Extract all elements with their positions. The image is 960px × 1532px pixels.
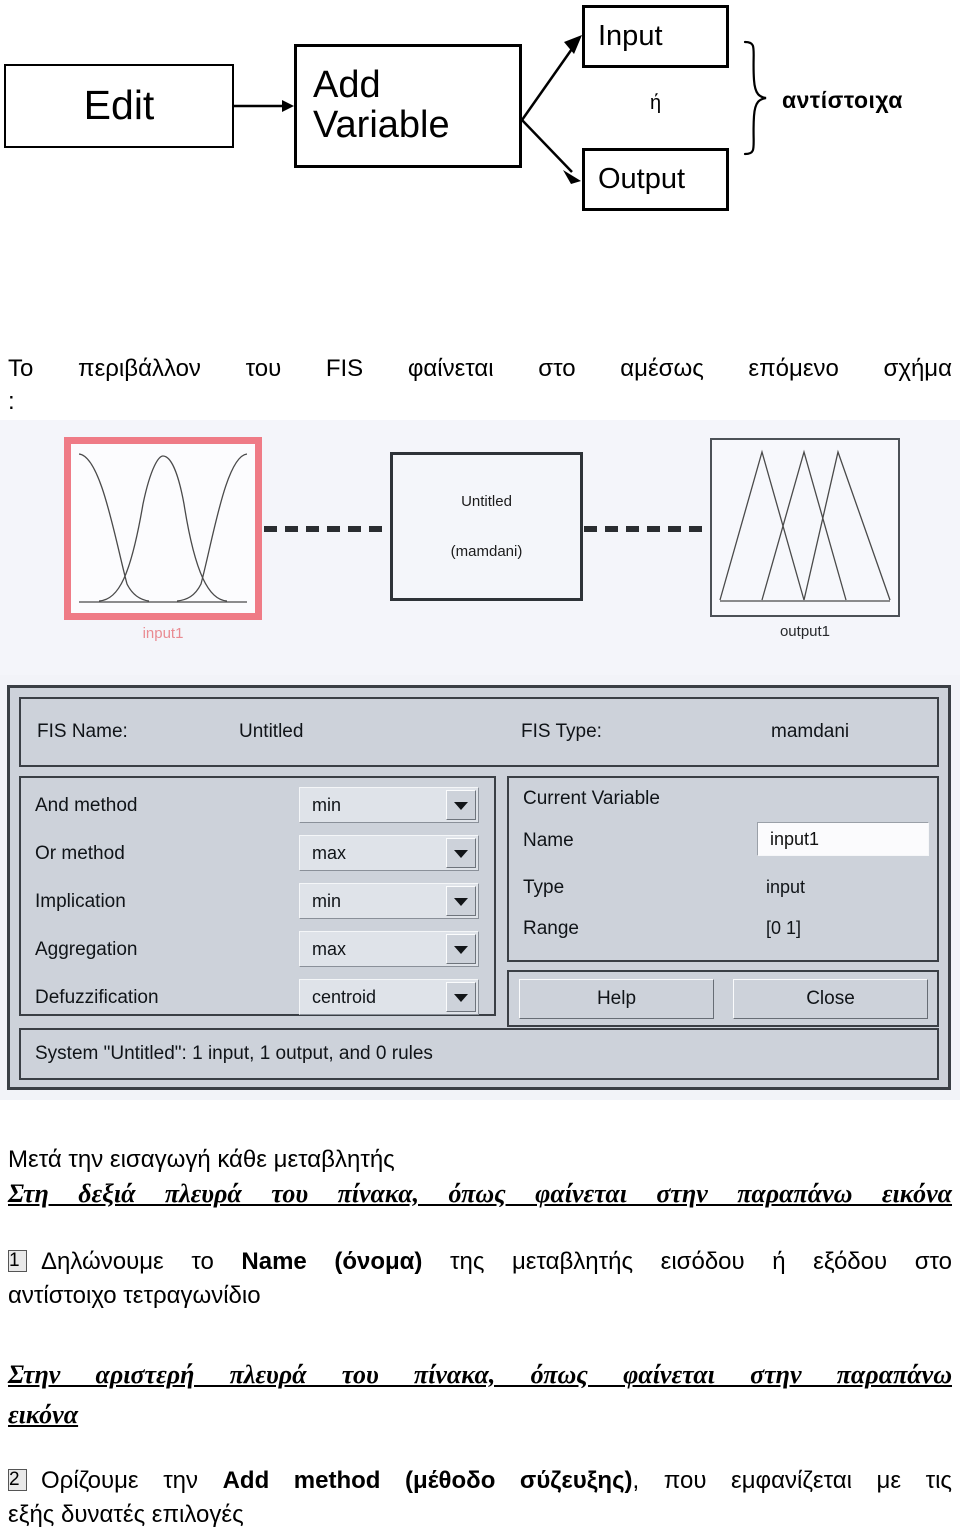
variable-range-value: [0 1]	[766, 918, 802, 938]
chevron-down-icon[interactable]	[446, 838, 476, 868]
and-method-value: min	[312, 795, 342, 815]
link-system-to-output	[584, 526, 710, 532]
or-method-dropdown[interactable]: max	[299, 835, 479, 871]
implication-row: Implication min	[21, 881, 494, 927]
fis-name-type-group: FIS Name: Untitled FIS Type: mamdani	[19, 697, 939, 767]
output-variable-caption: output1	[779, 623, 831, 640]
defuzzification-row: Defuzzification centroid	[21, 977, 494, 1023]
item-2-number: 2	[8, 1469, 27, 1491]
input-variable-caption: input1	[142, 625, 184, 642]
current-variable-group: Current Variable Name input1 Type input …	[507, 776, 939, 962]
meta-paragraph: Μετά την εισαγωγή κάθε μεταβλητής	[8, 1146, 395, 1173]
fis-system-block[interactable]: Untitled (mamdani)	[390, 452, 583, 601]
flow-box-output: Output	[582, 148, 729, 211]
chevron-down-icon[interactable]	[446, 982, 476, 1012]
fis-type-value: mamdani	[771, 721, 850, 742]
and-method-dropdown[interactable]: min	[299, 787, 479, 823]
implication-value: min	[312, 891, 342, 911]
flow-box-add-variable: Add Variable	[294, 44, 522, 168]
fis-diagram-canvas: input1 Untitled (mamdani) output1	[0, 420, 960, 675]
output-membership-functions-plot	[719, 449, 891, 602]
input-variable-block[interactable]	[64, 437, 262, 620]
defuzzification-label: Defuzzification	[35, 987, 159, 1008]
item-2-text-before: Ορίζουμε την	[41, 1467, 223, 1494]
item-2-text-after: , που εμφανίζεται με τις	[632, 1467, 952, 1494]
flow-diagram: Edit Add Variable Input Output ή αντίστο…	[0, 0, 960, 230]
link-input-to-system	[264, 526, 390, 532]
underlined-note-1: Στη δεξιά πλευρά του πίνακα, όπως φαίνετ…	[8, 1179, 952, 1208]
item-2-second-line: εξής δυνατές επιλογές	[8, 1501, 244, 1529]
status-bar: System "Untitled": 1 input, 1 output, an…	[19, 1028, 939, 1080]
variable-type-value: input	[766, 877, 806, 897]
flow-box-edit: Edit	[4, 64, 234, 148]
aggregation-dropdown[interactable]: max	[299, 931, 479, 967]
item-1-number: 1	[8, 1250, 27, 1272]
variable-type-label: Type	[523, 877, 565, 898]
or-method-value: max	[312, 843, 347, 863]
variable-name-value: input1	[770, 829, 820, 849]
flow-box-input: Input	[582, 5, 729, 68]
fis-type-label: FIS Type:	[521, 721, 602, 742]
or-method-row: Or method max	[21, 833, 494, 879]
underlined-note-2-line1: Στην αριστερή πλευρά του πίνακα, όπως φα…	[8, 1360, 952, 1389]
fis-name-value: Untitled	[239, 721, 304, 742]
and-method-row: And method min	[21, 785, 494, 831]
item-2-bold: Add method (μέθοδο σύζευξης)	[222, 1467, 633, 1494]
variable-name-input[interactable]: input1	[757, 822, 929, 856]
implication-label: Implication	[35, 891, 126, 912]
item-1-text-before: Δηλώνουμε το	[41, 1248, 242, 1275]
fis-system-type: (mamdani)	[450, 543, 523, 560]
help-button[interactable]: Help	[519, 979, 714, 1019]
aggregation-label: Aggregation	[35, 939, 138, 960]
chevron-down-icon[interactable]	[446, 790, 476, 820]
inference-methods-group: And method min Or method max Implication…	[19, 776, 496, 1016]
flow-box-add-variable-label: Add Variable	[313, 64, 450, 146]
dialog-buttons-group: Help Close	[507, 970, 939, 1027]
flow-or-label: ή	[649, 92, 662, 114]
defuzzification-value: centroid	[312, 987, 377, 1007]
flow-box-output-label: Output	[598, 163, 686, 196]
intro-colon: :	[8, 388, 15, 415]
underlined-note-2: Στην αριστερή πλευρά του πίνακα, όπως φα…	[8, 1355, 952, 1436]
fis-system-name: Untitled	[461, 493, 512, 510]
or-method-label: Or method	[35, 843, 125, 864]
flow-brace-label: αντίστοιχα	[782, 87, 903, 113]
implication-dropdown[interactable]: min	[299, 883, 479, 919]
fis-editor-screenshot: input1 Untitled (mamdani) output1 FIS Na…	[0, 420, 960, 1100]
variable-range-label: Range	[523, 918, 579, 939]
numbered-item-2: 2 Ορίζουμε την Add method (μέθοδο σύζευξη…	[8, 1464, 952, 1532]
status-bar-text: System "Untitled": 1 input, 1 output, an…	[35, 1043, 433, 1064]
chevron-down-icon[interactable]	[446, 934, 476, 964]
underlined-note-2-line2: εικόνα	[8, 1400, 79, 1430]
numbered-item-1: 1 Δηλώνουμε το Name (όνομα) της μεταβλητή…	[8, 1245, 952, 1313]
item-1-second-line: αντίστοιχο τετραγωνίδιο	[8, 1282, 261, 1310]
output-variable-block[interactable]	[710, 438, 900, 617]
flow-box-input-label: Input	[598, 20, 663, 53]
fis-editor-panel: FIS Name: Untitled FIS Type: mamdani And…	[7, 685, 951, 1090]
aggregation-value: max	[312, 939, 347, 959]
close-button[interactable]: Close	[733, 979, 928, 1019]
item-1-text-after: της μεταβλητής εισόδου ή εξόδου στο	[422, 1248, 952, 1275]
aggregation-row: Aggregation max	[21, 929, 494, 975]
and-method-label: And method	[35, 795, 138, 816]
input-membership-functions-plot	[78, 453, 248, 603]
flow-box-edit-label: Edit	[83, 82, 155, 129]
defuzzification-dropdown[interactable]: centroid	[299, 979, 479, 1015]
item-1-bold: Name (όνομα)	[241, 1248, 423, 1275]
chevron-down-icon[interactable]	[446, 886, 476, 916]
variable-name-label: Name	[523, 830, 574, 851]
current-variable-title: Current Variable	[523, 788, 660, 809]
fis-name-label: FIS Name:	[37, 721, 128, 742]
intro-paragraph: Το περιβάλλον του FIS φαίνεται στο αμέσω…	[8, 355, 952, 382]
